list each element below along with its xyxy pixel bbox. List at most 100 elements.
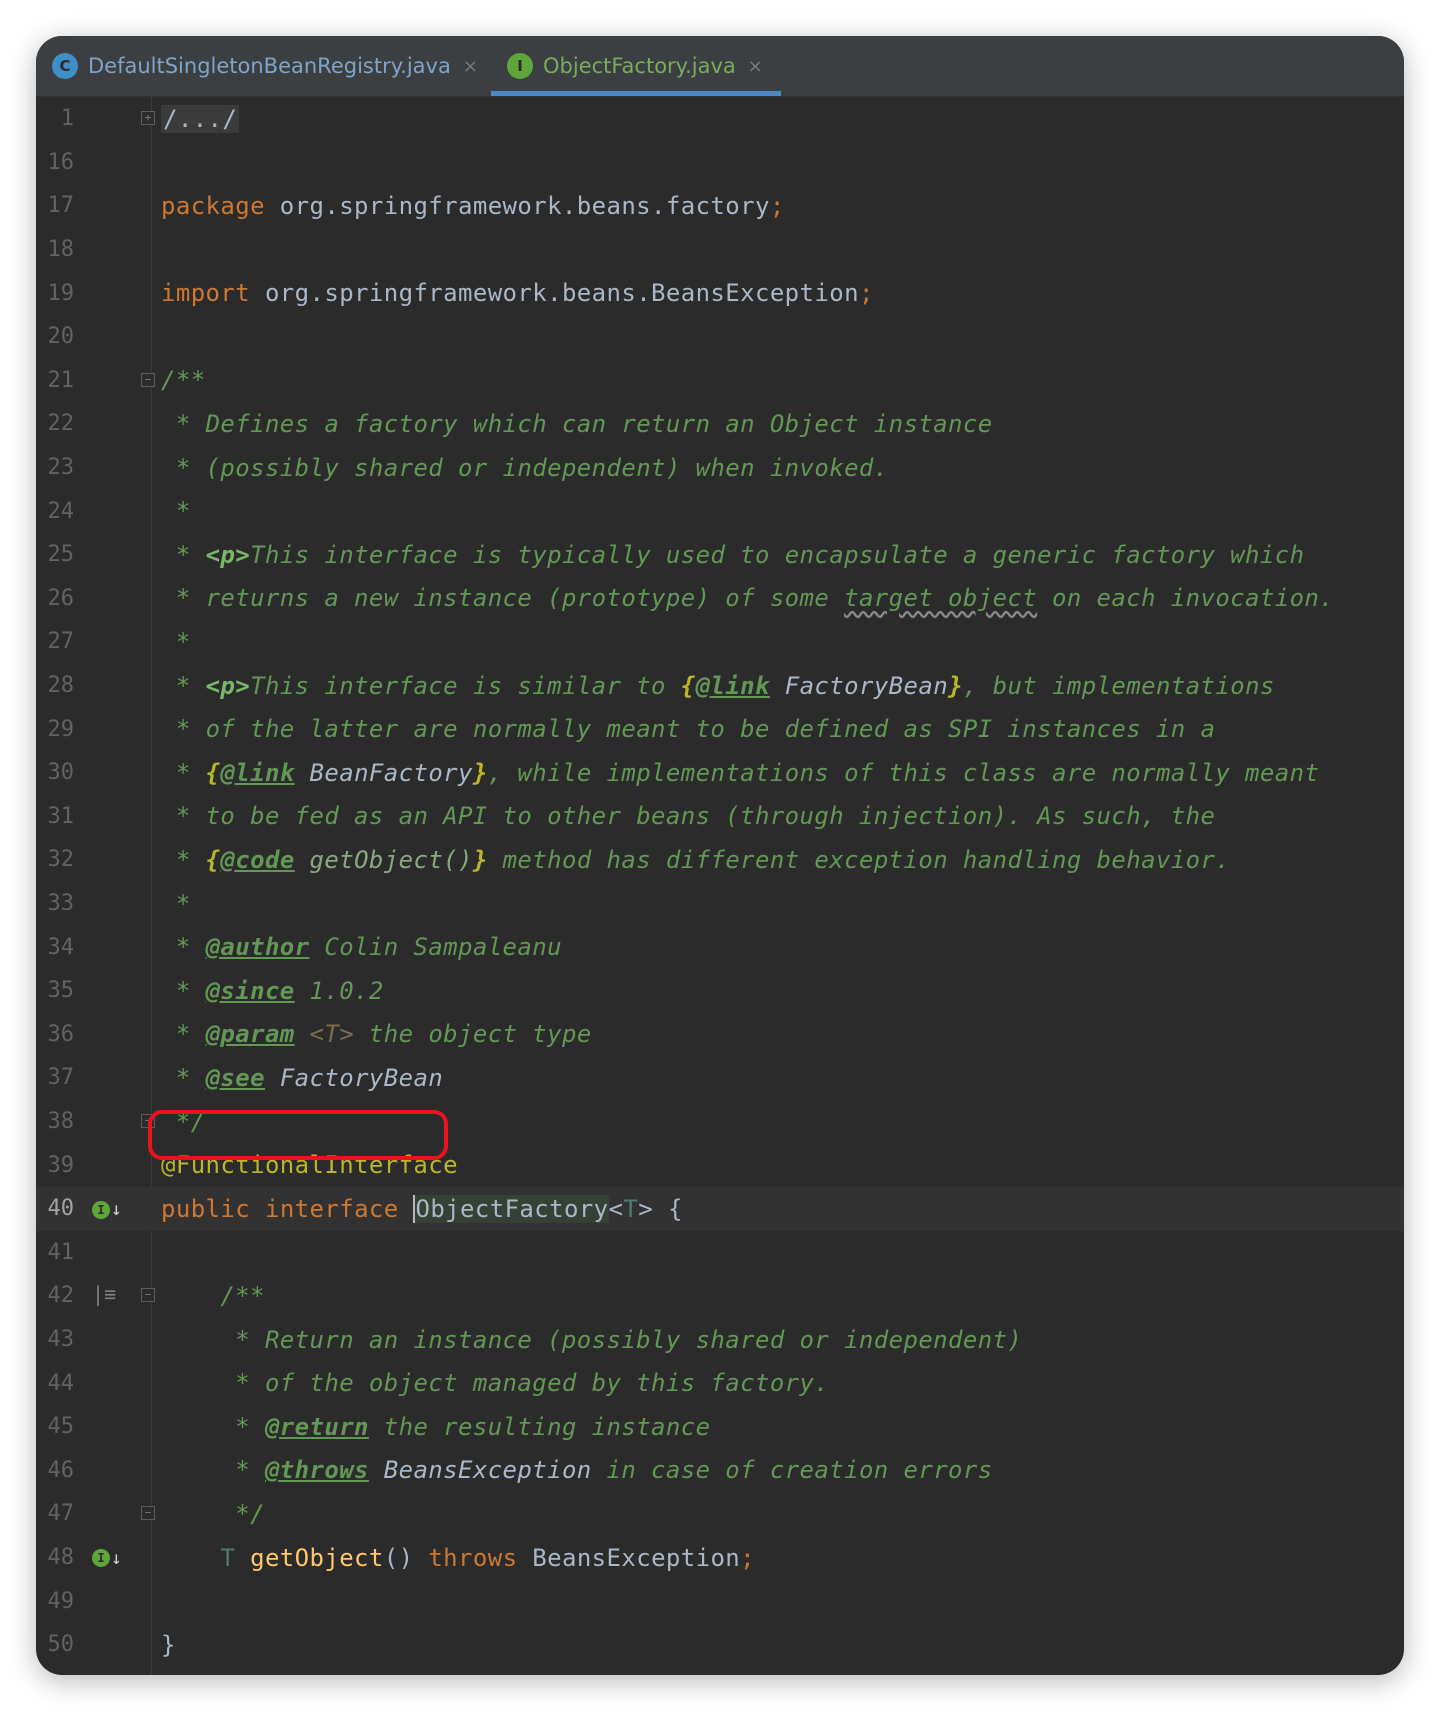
code-text: * of the latter are normally meant to be… <box>161 715 1215 743</box>
doc-text: the resulting instance <box>368 1412 711 1441</box>
fold-collapse-icon[interactable]: − <box>141 1288 155 1303</box>
line-number: 46 <box>47 1457 75 1483</box>
code-text: import org.springframework.beans.BeansEx… <box>161 279 874 307</box>
doc-text: This interface is similar to <box>250 671 681 700</box>
code-tag[interactable]: @code <box>220 846 294 874</box>
doc-star: * <box>161 758 206 787</box>
line-number: 31 <box>47 803 75 829</box>
line-number: 27 <box>47 629 75 655</box>
exception-type[interactable]: BeansException <box>517 1544 740 1572</box>
line-number: 1 <box>60 106 74 132</box>
see-target[interactable]: FactoryBean <box>265 1064 443 1092</box>
return-type: T <box>161 1543 251 1572</box>
line-number: 41 <box>47 1239 75 1265</box>
param-tag: @param <box>205 1020 295 1049</box>
doc-star: * <box>161 802 206 831</box>
method-name[interactable]: getObject <box>250 1544 384 1572</box>
doc-star: * <box>161 933 206 962</box>
line-number: 50 <box>47 1632 75 1658</box>
type-name[interactable]: ObjectFactory <box>413 1194 609 1223</box>
tab-default-singleton-bean-registry[interactable]: C DefaultSingletonBeanRegistry.java × <box>36 36 491 96</box>
doc-text: 1.0.2 <box>294 976 384 1005</box>
implemented-interface-icon[interactable]: I ↓ <box>92 1199 122 1220</box>
fold-end-icon[interactable]: − <box>141 1113 155 1128</box>
code-line: 39 @FunctionalInterface <box>36 1143 1404 1187</box>
doc-star: * <box>161 409 206 438</box>
code-line: 19 import org.springframework.beans.Bean… <box>36 271 1404 315</box>
code-text: * returns a new instance (prototype) of … <box>161 584 1334 612</box>
code-text: * <p>This interface is typically used to… <box>161 541 1304 569</box>
code-text: T getObject() throws BeansException; <box>161 1544 755 1572</box>
fold-collapse-icon[interactable]: − <box>141 372 155 387</box>
line-number: 45 <box>47 1414 75 1440</box>
implemented-method-icon[interactable]: I ↓ <box>92 1548 122 1569</box>
doc-text: in case of creation errors <box>591 1456 993 1485</box>
keyword: public <box>161 1194 251 1223</box>
brace: { <box>205 758 221 787</box>
line-number: 47 <box>47 1501 75 1527</box>
code-editor[interactable]: 1 + /.../ 16 17 package org.springframew… <box>36 97 1404 1675</box>
keyword: interface <box>264 1194 399 1223</box>
package-name: org.springframework.beans.factory <box>264 191 770 220</box>
code-text: * Defines a factory which can return an … <box>161 410 993 438</box>
close-icon[interactable]: × <box>463 56 478 77</box>
semicolon: ; <box>769 191 785 220</box>
link-target[interactable]: FactoryBean <box>770 672 948 700</box>
doc-text: to be fed as an API to other beans (thro… <box>205 802 1216 831</box>
fold-end-icon[interactable]: − <box>141 1506 155 1521</box>
render-doc-icon[interactable]: |≡ <box>92 1282 116 1306</box>
doc-text: method has different exception handling … <box>487 845 1231 874</box>
open-brace: { <box>653 1194 683 1223</box>
tab-object-factory[interactable]: I ObjectFactory.java × <box>491 36 781 96</box>
code-line: 36 * @param <T> the object type <box>36 1013 1404 1057</box>
brace: } <box>948 671 963 700</box>
doc-star: * <box>161 1456 265 1485</box>
throws-tag: @throws <box>264 1456 369 1485</box>
brace: } <box>472 845 488 874</box>
code-line: 38 − */ <box>36 1100 1404 1144</box>
code-line: 48 I ↓ T getObject() throws BeansExceptio… <box>36 1536 1404 1580</box>
code-text: /.../ <box>161 104 240 133</box>
link-tag[interactable]: @link <box>696 672 770 700</box>
link-tag[interactable]: @link <box>220 759 294 787</box>
doc-star: * <box>161 627 191 656</box>
code-text: * Return an instance (possibly shared or… <box>161 1326 1022 1354</box>
code-line-current: 40 I ↓ public interface ObjectFactory<T> … <box>36 1187 1404 1231</box>
line-number: 33 <box>47 891 75 917</box>
close-icon[interactable]: × <box>748 56 763 77</box>
code-line: 34 * @author Colin Sampaleanu <box>36 925 1404 969</box>
link-target[interactable]: BeanFactory <box>295 759 473 787</box>
doc-star: * <box>161 584 206 613</box>
doc-star: * <box>161 1063 206 1092</box>
fold-expand-icon[interactable]: + <box>141 111 155 125</box>
since-tag: @since <box>205 976 295 1005</box>
doc-star: * <box>161 1020 206 1049</box>
doc-text: of the latter are normally meant to be d… <box>205 715 1216 744</box>
code-text: * @return the resulting instance <box>161 1413 710 1441</box>
line-number: 44 <box>47 1370 75 1396</box>
code-line: 25 * <p>This interface is typically used… <box>36 533 1404 577</box>
code-text: * @author Colin Sampaleanu <box>161 933 562 961</box>
line-number: 20 <box>47 324 75 350</box>
doc-text: This interface is typically used to enca… <box>250 540 1305 569</box>
code-line: 50 } <box>36 1623 1404 1667</box>
line-number: 36 <box>47 1021 75 1047</box>
line-number: 21 <box>47 367 75 393</box>
brace: { <box>680 671 696 700</box>
brace: { <box>205 845 221 874</box>
doc-star: * <box>161 889 191 918</box>
code-line: 43 * Return an instance (possibly shared… <box>36 1318 1404 1362</box>
inline-code: getObject() <box>294 845 473 874</box>
throws-target[interactable]: BeansException <box>369 1456 592 1484</box>
doc-star: * <box>161 715 206 744</box>
keyword: package <box>161 191 265 220</box>
code-line: 33 * <box>36 882 1404 926</box>
folded-region[interactable]: /.../ <box>161 104 240 133</box>
doc-star: * <box>161 1412 265 1441</box>
line-number: 35 <box>47 978 75 1004</box>
doc-star: * <box>161 497 191 526</box>
code-text: * @throws BeansException in case of crea… <box>161 1456 993 1484</box>
doc-text: on each invocation. <box>1037 584 1335 613</box>
spell-warning[interactable]: target object <box>844 584 1037 612</box>
ide-window: C DefaultSingletonBeanRegistry.java × I … <box>36 36 1404 1675</box>
